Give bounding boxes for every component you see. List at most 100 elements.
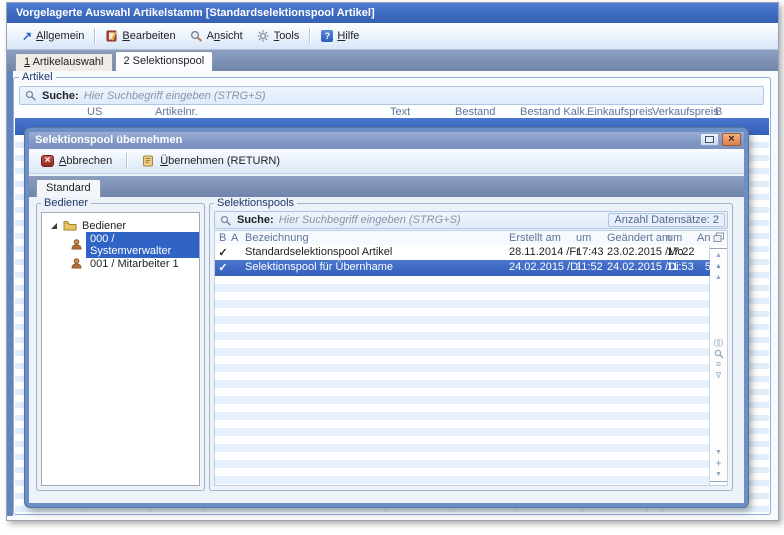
- empty-rows-stripes: [215, 276, 710, 485]
- apply-button[interactable]: Übernehmen (RETURN): [136, 153, 286, 169]
- apply-label: Übernehmen (RETURN): [160, 155, 280, 167]
- notebook-icon: [106, 30, 118, 42]
- bediener-group-label: Bediener: [41, 197, 91, 209]
- column-header[interactable]: Erstellt am: [509, 232, 561, 244]
- checkmark-icon: ✓: [218, 246, 228, 259]
- nav-list-icon[interactable]: ≡: [710, 359, 727, 370]
- column-header[interactable]: B: [219, 232, 226, 244]
- nav-filter-icon[interactable]: ∇: [710, 370, 727, 381]
- column-chooser-icon[interactable]: [713, 232, 725, 243]
- nav-up-icon[interactable]: ▲: [710, 272, 727, 283]
- menu-label: Ansicht: [207, 30, 243, 42]
- cell-geaendert-um: 17:22: [667, 246, 695, 258]
- menu-item-hilfe[interactable]: ? Hilfe: [314, 28, 366, 44]
- nav-search-icon[interactable]: [710, 348, 727, 359]
- column-header[interactable]: B: [715, 106, 722, 118]
- column-header[interactable]: An: [697, 232, 710, 244]
- toolbar-separator: [94, 28, 96, 44]
- dialog-body: Standard Bediener Bediener 000 / Systemv…: [29, 174, 744, 503]
- nav-first-icon[interactable]: ▲: [710, 248, 727, 261]
- search-label: Suche:: [237, 214, 274, 226]
- menu-label: Hilfe: [337, 30, 359, 42]
- pools-table-rows: ✓ Standardselektionspool Artikel 28.11.2…: [215, 245, 710, 485]
- menu-label: Tools: [274, 30, 300, 42]
- search-label: Suche:: [42, 90, 79, 102]
- cell-erstellt-am: 28.11.2014 /Fr: [509, 246, 580, 258]
- nav-add-icon[interactable]: +: [710, 458, 727, 469]
- artikel-search-input[interactable]: Suche: Hier Suchbegriff eingeben (STRG+S…: [19, 86, 764, 105]
- pools-table-header[interactable]: B A Bezeichnung Erstellt am um Geändert …: [215, 231, 727, 246]
- cell-bezeichnung: Standardselektionspool Artikel: [245, 246, 392, 258]
- menu-item-allgemein[interactable]: ↗ Allgemein: [15, 27, 91, 45]
- checkmark-icon: ✓: [218, 261, 228, 274]
- column-header[interactable]: um: [667, 232, 682, 244]
- restore-button[interactable]: [700, 133, 719, 146]
- column-header[interactable]: A: [231, 232, 238, 244]
- grid-navigator: ▲ ▲ ▲ (∥) ≡ ∇ ▼ + ▼: [709, 245, 727, 485]
- cell-an: 5: [695, 261, 711, 273]
- dialog-title: Selektionspool übernehmen: [35, 134, 182, 146]
- expander-icon[interactable]: [50, 222, 58, 230]
- column-header[interactable]: Bestand: [455, 106, 495, 118]
- toolbar-separator: [126, 153, 128, 169]
- pools-groupbox: Selektionspools Suche: Hier Suchbegriff …: [209, 203, 733, 491]
- tree-root-label: Bediener: [82, 220, 126, 232]
- search-placeholder: Hier Suchbegriff eingeben (STRG+S): [279, 214, 461, 226]
- pools-search-input[interactable]: Suche: Hier Suchbegriff eingeben (STRG+S…: [214, 211, 728, 229]
- column-header[interactable]: Bestand Kalk.: [520, 106, 588, 118]
- record-count-badge: Anzahl Datensätze: 2: [608, 213, 725, 227]
- column-header[interactable]: Einkaufspreis: [587, 106, 653, 118]
- pools-table: B A Bezeichnung Erstellt am um Geändert …: [214, 230, 728, 486]
- cell-bezeichnung: Selektionspool für Übernhame: [245, 261, 393, 273]
- column-header[interactable]: Bezeichnung: [245, 232, 309, 244]
- tab-standard[interactable]: Standard: [36, 179, 101, 197]
- tab-artikelauswahl[interactable]: 1 Artikelauswahl: [15, 53, 113, 71]
- cancel-label: Abbrechen: [59, 155, 112, 167]
- column-header[interactable]: um: [576, 232, 591, 244]
- cell-erstellt-um: 11:52: [576, 261, 603, 273]
- main-tabstrip: 1 Artikelauswahl 2 Selektionspool: [7, 50, 778, 71]
- cancel-button[interactable]: × Abbrechen: [35, 153, 118, 169]
- nav-pageup-icon[interactable]: ▲: [710, 261, 727, 272]
- bediener-tree: Bediener 000 / Systemverwalter 001 / Mit…: [41, 212, 200, 486]
- folder-icon: [63, 220, 77, 231]
- column-header[interactable]: Text: [390, 106, 410, 118]
- person-icon: [71, 258, 82, 269]
- column-header[interactable]: Artikelnr.: [155, 106, 198, 118]
- search-icon: [25, 90, 37, 101]
- tree-item-label: 000 / Systemverwalter: [86, 232, 199, 258]
- dialog-window-buttons: ×: [700, 133, 741, 146]
- close-button[interactable]: ×: [722, 133, 741, 146]
- table-row[interactable]: ✓ Standardselektionspool Artikel 28.11.2…: [215, 245, 710, 260]
- artikel-table-header[interactable]: US Artikelnr. Text Bestand Bestand Kalk.…: [15, 105, 769, 118]
- menu-item-tools[interactable]: Tools: [250, 28, 307, 44]
- tree-item-mitarbeiter1[interactable]: 001 / Mitarbeiter 1: [42, 255, 199, 272]
- tree-item-systemverwalter[interactable]: 000 / Systemverwalter: [42, 236, 199, 253]
- tab-selektionspool[interactable]: 2 Selektionspool: [115, 51, 214, 71]
- menu-item-bearbeiten[interactable]: Bearbeiten: [99, 28, 182, 44]
- arrow-up-right-icon: ↗: [22, 29, 32, 43]
- selektionspool-dialog: Selektionspool übernehmen × × Abbrechen …: [25, 128, 748, 507]
- nav-pin-icon[interactable]: (∥): [710, 337, 727, 348]
- toolbar-separator: [309, 28, 311, 44]
- column-header[interactable]: US: [87, 106, 102, 118]
- dialog-titlebar: Selektionspool übernehmen ×: [29, 132, 744, 149]
- search-placeholder: Hier Suchbegriff eingeben (STRG+S): [84, 90, 266, 102]
- cell-erstellt-um: 17:43: [576, 246, 604, 258]
- menu-item-ansicht[interactable]: Ansicht: [183, 28, 250, 44]
- column-header[interactable]: Geändert am: [607, 232, 671, 244]
- search-icon: [220, 215, 232, 226]
- gear-icon: [257, 30, 270, 42]
- help-icon: ?: [321, 30, 333, 42]
- cell-geaendert-um: 11:53: [667, 261, 694, 273]
- nav-last-icon[interactable]: ▼: [710, 469, 727, 482]
- magnifier-icon: [190, 30, 203, 42]
- menu-label: Allgemein: [36, 30, 84, 42]
- person-icon: [71, 239, 82, 250]
- table-row-selected[interactable]: ✓ Selektionspool für Übernhame 24.02.201…: [215, 260, 710, 276]
- dialog-tabstrip: Standard: [29, 176, 744, 197]
- close-icon: ×: [728, 134, 734, 145]
- column-header[interactable]: Verkaufspreis: [652, 106, 719, 118]
- nav-down-icon[interactable]: ▼: [710, 447, 727, 458]
- main-menubar: ↗ Allgemein Bearbeiten Ansicht Tools ? H…: [7, 23, 778, 50]
